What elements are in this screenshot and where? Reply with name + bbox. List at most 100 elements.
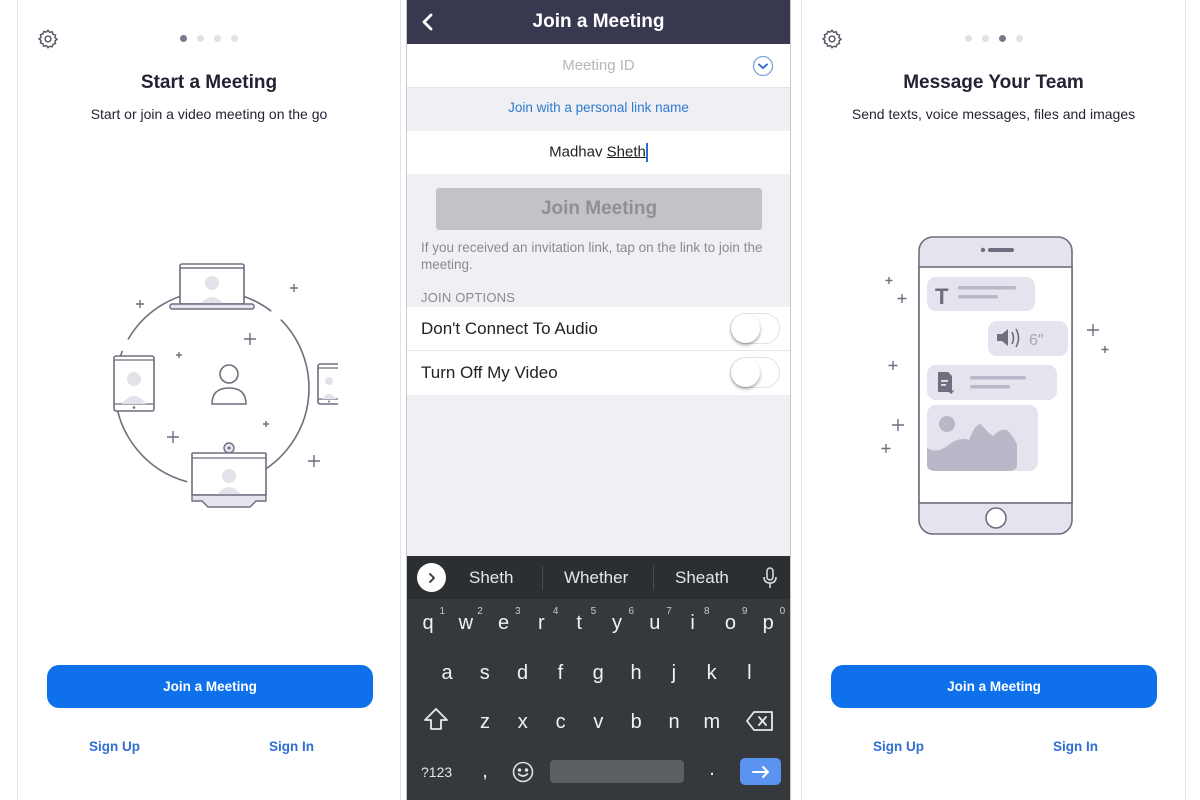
- key-hint: 5: [590, 606, 597, 617]
- suggestion-word[interactable]: Sheth: [469, 568, 513, 588]
- page-dot-active[interactable]: [998, 35, 1006, 42]
- key-p[interactable]: p0: [750, 606, 786, 635]
- option-label: Turn Off My Video: [421, 363, 558, 382]
- onboarding-title: Start a Meeting: [140, 72, 278, 93]
- page-indicator: [18, 35, 400, 42]
- key-c[interactable]: c: [543, 711, 579, 734]
- option-row-audio: Don't Connect To Audio: [407, 307, 790, 351]
- sign-in-link[interactable]: Sign In: [269, 739, 314, 754]
- laptop-icon: [169, 263, 255, 310]
- key-hint: 2: [477, 606, 483, 617]
- onboarding-subtitle: Send texts, voice messages, files and im…: [851, 106, 1136, 122]
- join-meeting-submit-button[interactable]: Join Meeting: [436, 188, 762, 230]
- text-message-bubble: T: [927, 277, 1035, 311]
- chevron-down-circle-icon[interactable]: [752, 55, 774, 77]
- key-hint: 0: [779, 606, 786, 617]
- key-o[interactable]: o9: [712, 606, 748, 635]
- emoji-icon[interactable]: [511, 760, 535, 784]
- onboarding-title: Message Your Team: [903, 72, 1084, 93]
- join-meeting-button[interactable]: Join a Meeting: [831, 665, 1157, 708]
- sign-up-link[interactable]: Sign Up: [89, 739, 140, 754]
- nav-header: Join a Meeting: [407, 0, 790, 44]
- arrow-right-icon: [751, 765, 769, 778]
- join-meeting-button[interactable]: Join a Meeting: [47, 665, 373, 708]
- page-dot-active[interactable]: [180, 35, 187, 42]
- name-second: Sheth: [606, 143, 646, 161]
- meeting-id-input[interactable]: [468, 57, 729, 74]
- key-t[interactable]: t5: [561, 606, 597, 635]
- personal-link-name-link[interactable]: Join with a personal link name: [407, 100, 790, 115]
- key-l[interactable]: l: [731, 662, 767, 685]
- soft-keyboard: Sheth Whether Sheath q1w2e3r4t5y6u7i8o9p…: [407, 556, 790, 800]
- key-x[interactable]: x: [505, 711, 541, 734]
- text-cursor: [645, 143, 648, 162]
- page-dot[interactable]: [231, 35, 238, 42]
- page-indicator: [802, 35, 1185, 42]
- key-hint: 9: [741, 606, 748, 617]
- expand-toolbar-button[interactable]: [417, 563, 446, 592]
- voice-message-bubble: 6″: [988, 321, 1068, 356]
- comma-key[interactable]: ,: [467, 760, 503, 783]
- voice-duration: 6″: [1029, 332, 1044, 349]
- key-f[interactable]: f: [542, 662, 578, 685]
- sign-in-link[interactable]: Sign In: [1053, 739, 1098, 754]
- suggestion-word[interactable]: Whether: [564, 568, 628, 588]
- chevron-left-icon[interactable]: [415, 9, 441, 35]
- image-message-bubble: [927, 405, 1038, 471]
- key-y[interactable]: y6: [599, 606, 635, 635]
- phone-chat-illustration: T 6″: [881, 236, 1109, 535]
- onboarding-panel-message-team: Message Your Team Send texts, voice mess…: [801, 0, 1186, 800]
- name-first: Madhav: [549, 143, 603, 161]
- key-n[interactable]: n: [656, 711, 692, 734]
- onboarding-subtitle: Start or join a video meeting on the go: [90, 106, 328, 122]
- enter-key[interactable]: [740, 758, 781, 785]
- page-dot[interactable]: [197, 35, 204, 42]
- key-z[interactable]: z: [467, 711, 503, 734]
- key-a[interactable]: a: [429, 662, 465, 685]
- symbols-key[interactable]: ?123: [421, 764, 452, 780]
- key-j[interactable]: j: [656, 662, 692, 685]
- key-v[interactable]: v: [580, 711, 616, 734]
- onboarding-panel-start-meeting: Start a Meeting Start or join a video me…: [17, 0, 401, 800]
- meeting-id-row: [407, 44, 790, 88]
- key-hint: 7: [666, 606, 672, 617]
- page-dot[interactable]: [1015, 35, 1023, 42]
- key-r[interactable]: r4: [523, 606, 559, 635]
- microphone-icon[interactable]: [762, 566, 778, 590]
- key-i[interactable]: i8: [675, 606, 711, 635]
- period-key[interactable]: .: [694, 758, 730, 781]
- page-dot[interactable]: [964, 35, 972, 42]
- key-u[interactable]: u7: [637, 606, 673, 635]
- suggestion-word[interactable]: Sheath: [675, 568, 729, 588]
- dont-connect-audio-toggle[interactable]: [730, 313, 780, 344]
- key-hint: 6: [628, 606, 634, 617]
- invitation-hint: If you received an invitation link, tap …: [421, 240, 763, 272]
- key-w[interactable]: w2: [448, 606, 484, 635]
- svg-text:T: T: [935, 284, 949, 309]
- key-h[interactable]: h: [618, 662, 654, 685]
- sign-up-link[interactable]: Sign Up: [873, 739, 924, 754]
- key-s[interactable]: s: [467, 662, 503, 685]
- shift-icon[interactable]: [421, 706, 451, 732]
- tablet-icon: [113, 355, 155, 412]
- key-m[interactable]: m: [694, 711, 730, 734]
- page-dot[interactable]: [214, 35, 221, 42]
- spacebar[interactable]: [550, 760, 684, 783]
- key-k[interactable]: k: [694, 662, 730, 685]
- file-message-bubble: [927, 365, 1057, 400]
- key-q[interactable]: q1: [410, 606, 446, 635]
- key-e[interactable]: e3: [486, 606, 522, 635]
- backspace-icon[interactable]: [745, 710, 775, 732]
- option-row-video: Turn Off My Video: [407, 351, 790, 395]
- key-b[interactable]: b: [618, 711, 654, 734]
- page-dot[interactable]: [981, 35, 989, 42]
- key-g[interactable]: g: [580, 662, 616, 685]
- display-name-input[interactable]: Madhav Sheth: [407, 131, 790, 174]
- devices-circle-illustration: [113, 263, 338, 508]
- join-options-label: JOIN OPTIONS: [421, 290, 516, 305]
- page-title: Join a Meeting: [532, 11, 665, 32]
- key-hint: 3: [515, 606, 521, 617]
- key-d[interactable]: d: [505, 662, 541, 685]
- turn-off-video-toggle[interactable]: [730, 357, 780, 388]
- person-icon: [211, 364, 247, 405]
